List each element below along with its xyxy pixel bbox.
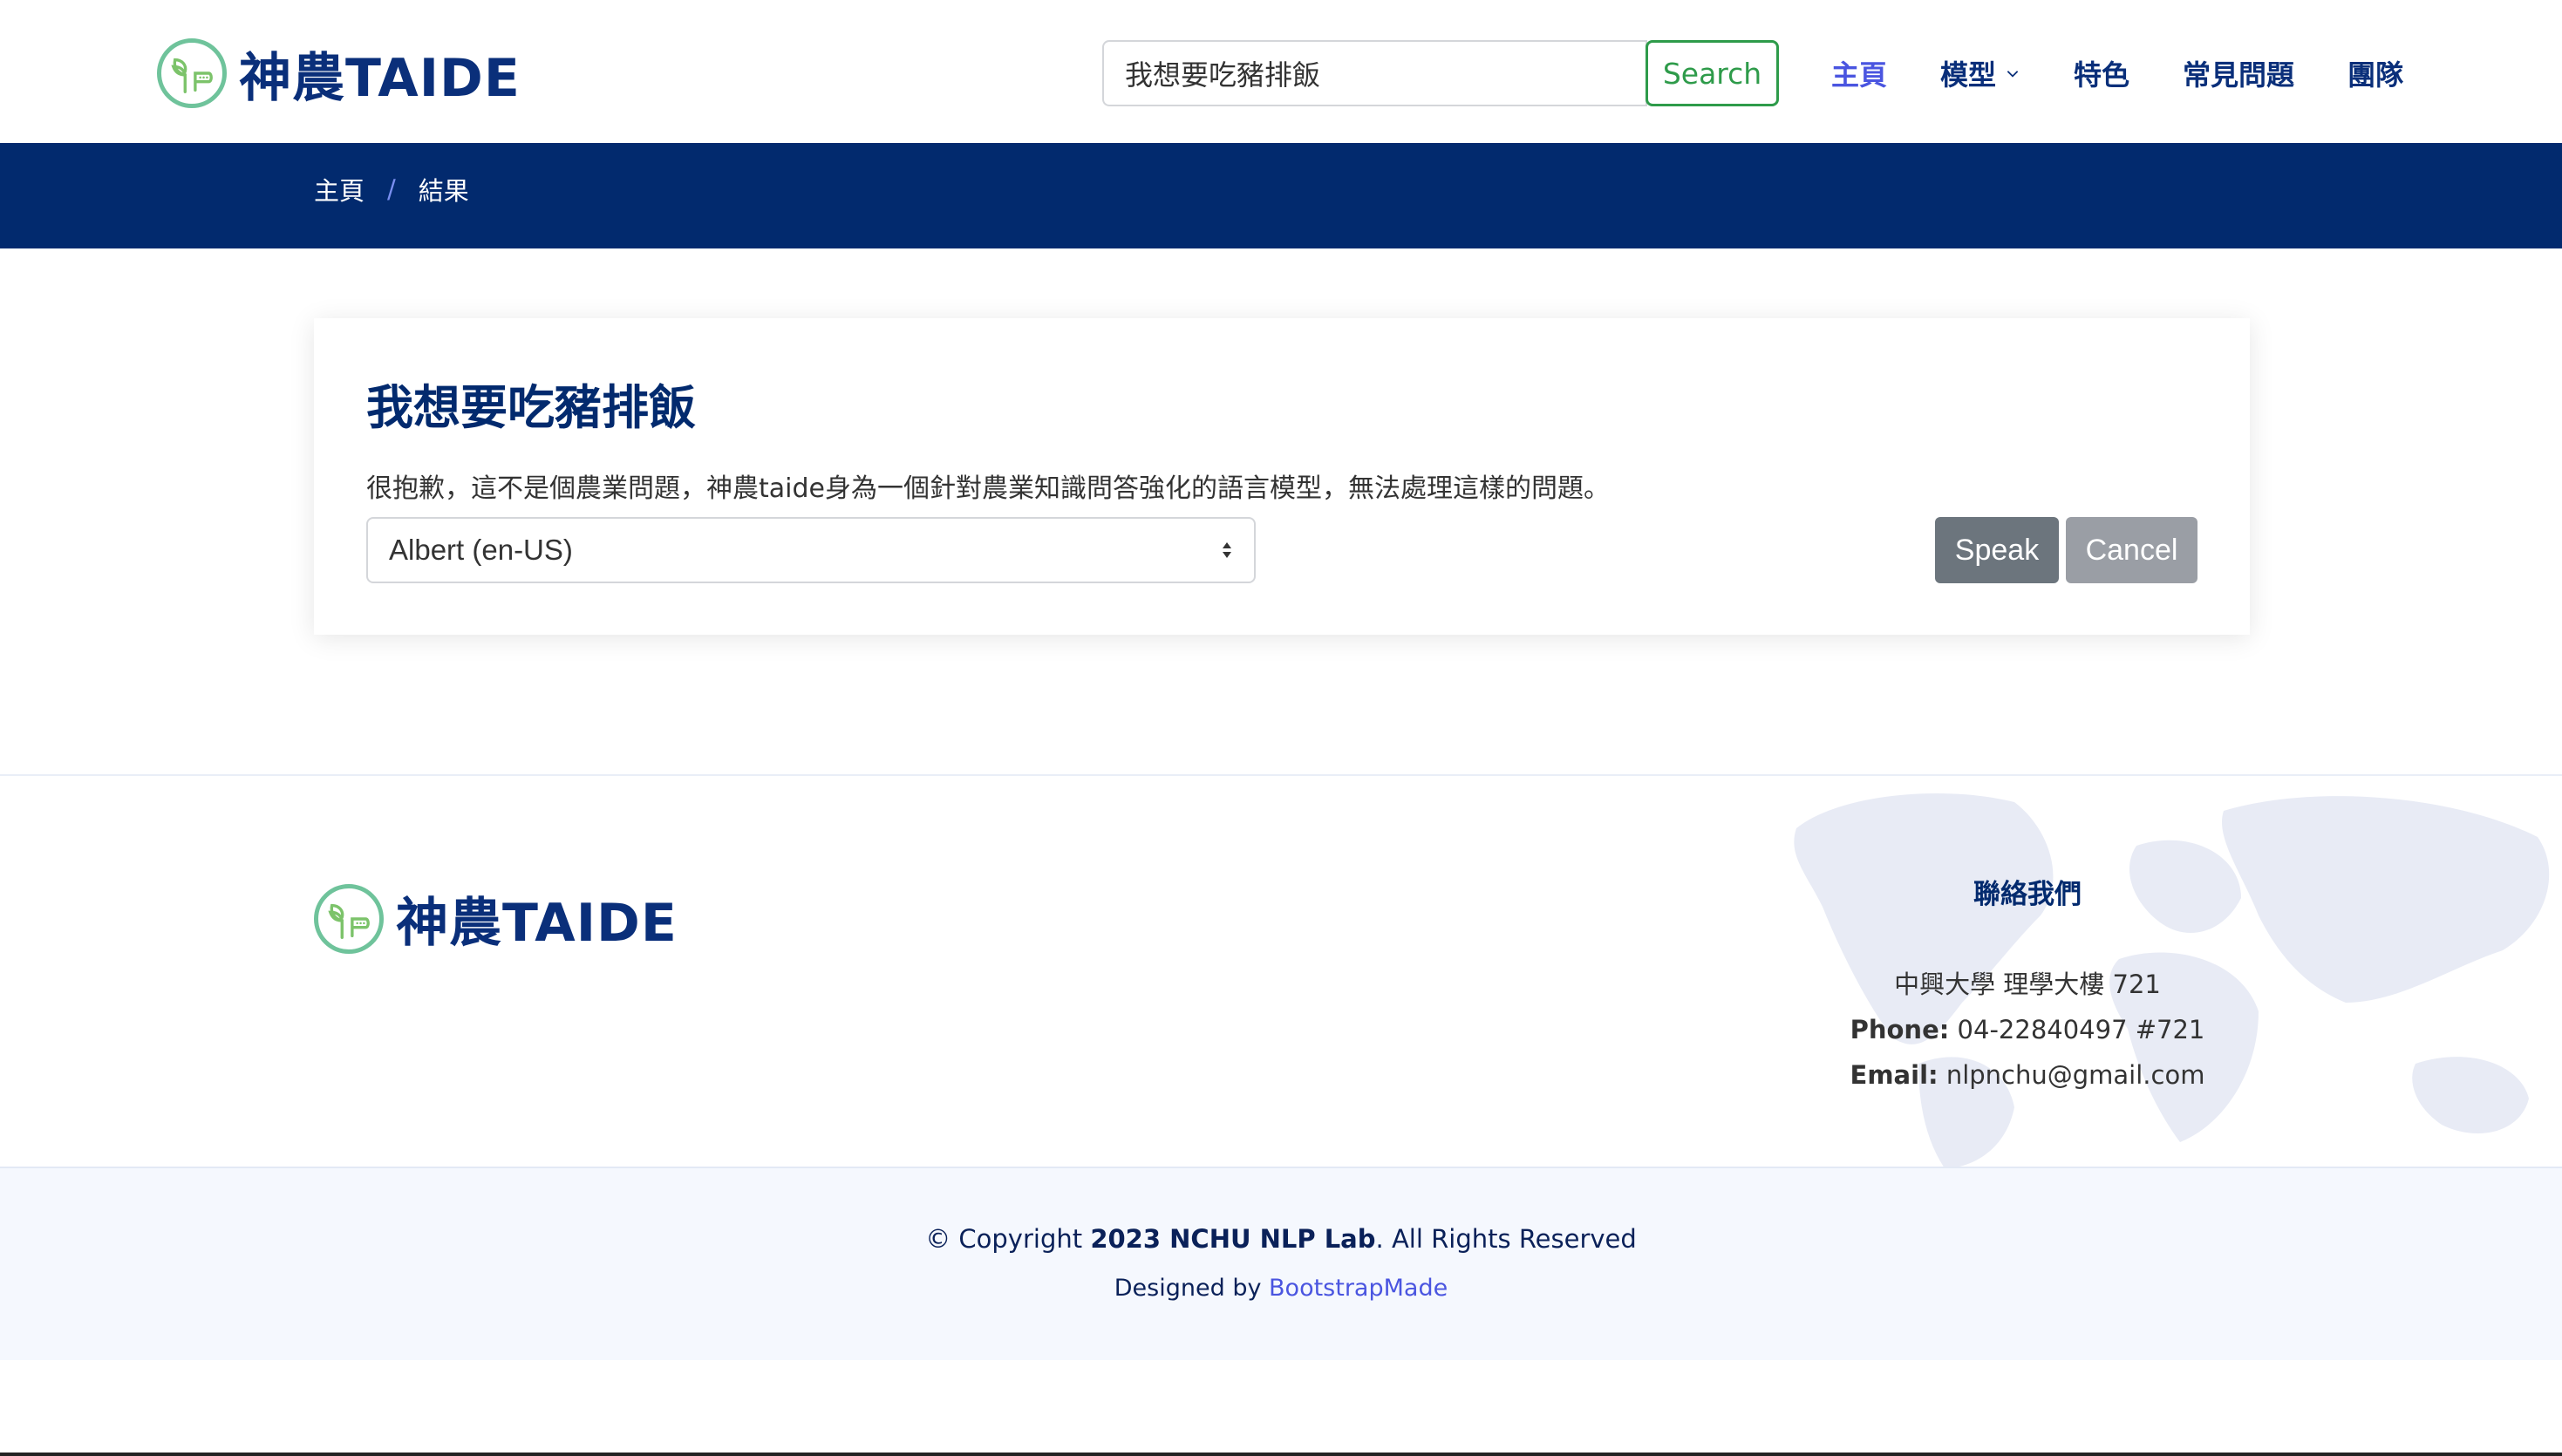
contact-email-value: nlpnchu@gmail.com [1945,1060,2205,1090]
search-button[interactable]: Search [1646,40,1779,106]
speak-button[interactable]: Speak [1935,517,2059,583]
search-form: Search [1102,40,1779,106]
logo-text: 神農TAIDE [396,893,678,954]
nav-item-models[interactable]: 模型 [1940,53,2020,93]
nav-item-features[interactable]: 特色 [2074,53,2129,93]
breadcrumb-band: 主頁 / 結果 [0,143,2562,248]
contact-phone-label: Phone: [1850,1015,1950,1044]
credits-link[interactable]: BootstrapMade [1269,1275,1448,1302]
main-nav: 主頁 模型 特色 常見問題 團隊 [1831,49,2456,98]
contact-email-label: Email: [1850,1060,1939,1090]
breadcrumb-home[interactable]: 主頁 [314,171,365,208]
copyright-prefix: © Copyright [925,1224,1083,1254]
copyright: © Copyright 2023 NCHU NLP Lab. All Right… [0,1224,2562,1254]
result-answer: 很抱歉，這不是個農業問題，神農taide身為一個針對農業知識問答強化的語言模型，… [366,473,1610,504]
result-title: 我想要吃豬排飯 [366,380,696,435]
select-arrows-icon [1223,542,1231,558]
contact-phone-value: 04-22840497 #721 [1957,1015,2205,1044]
voice-select-value: Albert (en-US) [389,534,573,566]
breadcrumb-current: 結果 [418,176,469,206]
contact-address: 中興大學 理學大樓 721 [1894,970,2161,999]
contact-email: Email: nlpnchu@gmail.com [1788,1052,2267,1098]
credits: Designed by BootstrapMade [0,1275,2562,1302]
nav-item-models-label: 模型 [1940,58,1997,92]
breadcrumb: 主頁 / 結果 [314,171,469,208]
nav-item-home[interactable]: 主頁 [1831,53,1887,93]
result-card: 我想要吃豬排飯 很抱歉，這不是個農業問題，神農taide身為一個針對農業知識問答… [314,318,2250,635]
breadcrumb-separator: / [387,174,396,204]
site-logo[interactable]: 神農TAIDE [157,37,521,110]
copyright-suffix: . All Rights Reserved [1375,1224,1637,1254]
contact-section: 聯絡我們 中興大學 理學大樓 721 Phone: 04-22840497 #7… [1788,872,2267,1098]
search-input[interactable] [1102,40,1647,106]
nav-item-faq[interactable]: 常見問題 [2183,53,2294,93]
logo-text: 神農TAIDE [239,47,521,109]
voice-select[interactable]: Albert (en-US) [366,517,1256,583]
nav-item-team[interactable]: 團隊 [2347,53,2403,93]
contact-phone: Phone: 04-22840497 #721 [1788,1007,2267,1052]
sprout-chat-icon [314,883,384,954]
credits-prefix: Designed by [1114,1275,1262,1302]
copyright-owner: 2023 NCHU NLP Lab [1090,1224,1376,1254]
chevron-down-icon [2007,71,2019,78]
site-header: 神農TAIDE Search 主頁 模型 特色 常見問題 團隊 [0,0,2562,143]
footer-logo[interactable]: 神農TAIDE [314,881,678,956]
bottom-divider [0,1453,2562,1456]
sprout-chat-icon [157,38,227,108]
cancel-button[interactable]: Cancel [2066,517,2197,583]
footer-bottom: © Copyright 2023 NCHU NLP Lab. All Right… [0,1167,2562,1360]
contact-heading: 聯絡我們 [1973,879,2082,910]
